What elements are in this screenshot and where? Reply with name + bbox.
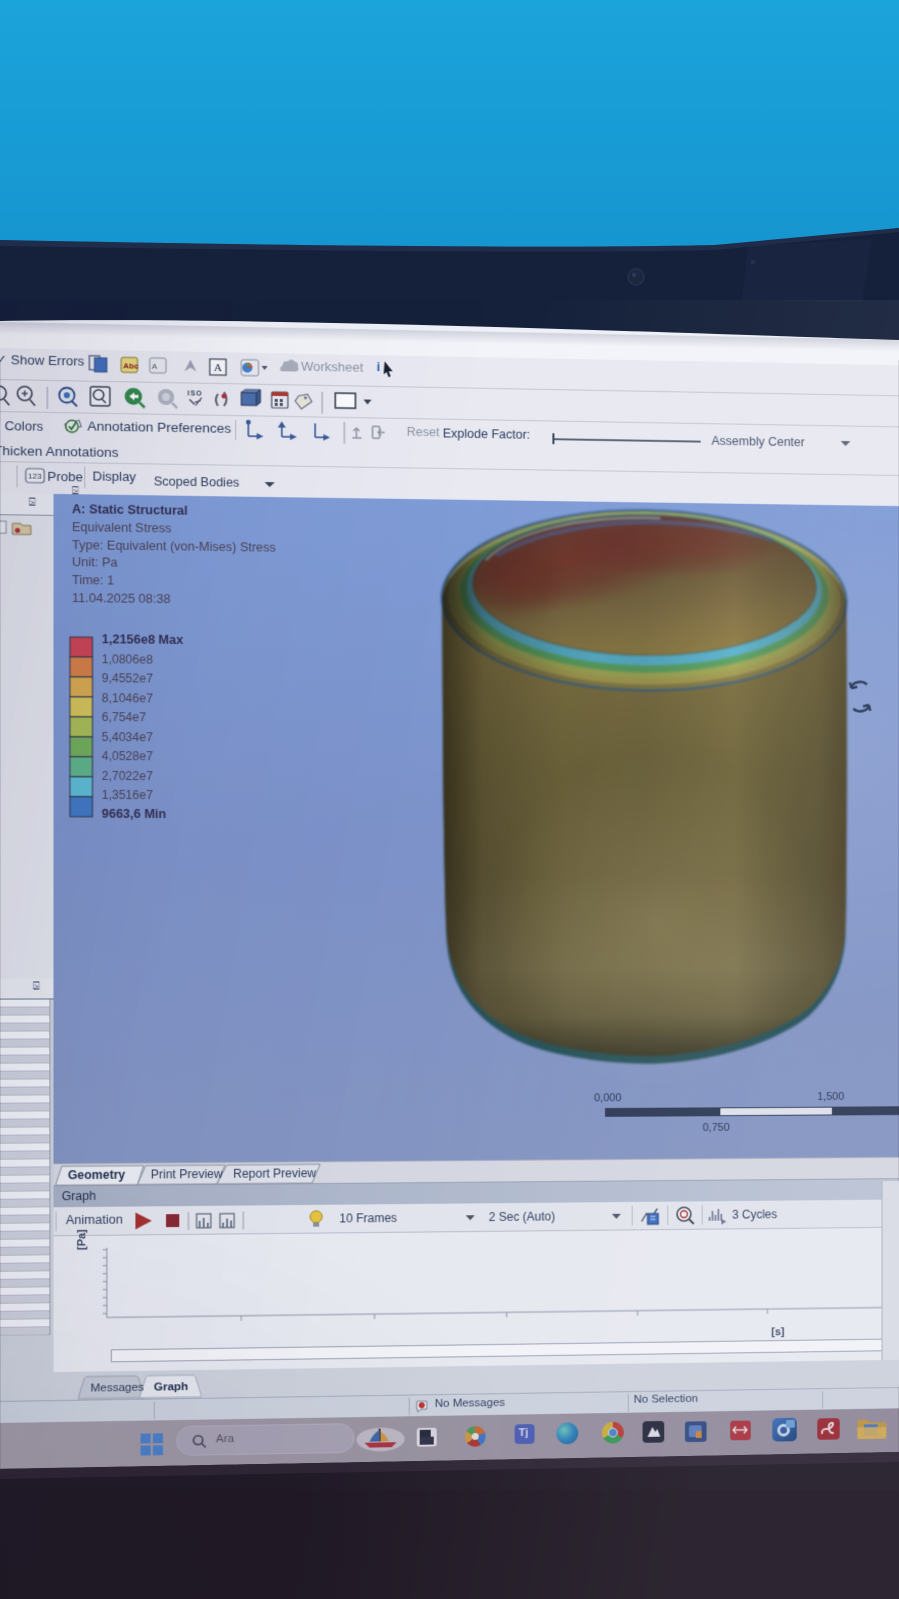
svg-text:Geometry: Geometry [68, 1168, 126, 1182]
svg-text:Messages: Messages [90, 1381, 144, 1395]
svg-text:Graph: Graph [154, 1380, 188, 1393]
svg-text:Report Preview: Report Preview [233, 1166, 316, 1180]
svg-text:Print Preview: Print Preview [151, 1167, 223, 1181]
svg-text:A: A [214, 362, 222, 374]
svg-text:ISO: ISO [187, 390, 202, 398]
svg-text:123: 123 [28, 472, 42, 481]
svg-text:Abc: Abc [123, 361, 139, 370]
svg-text:A: A [152, 362, 158, 371]
